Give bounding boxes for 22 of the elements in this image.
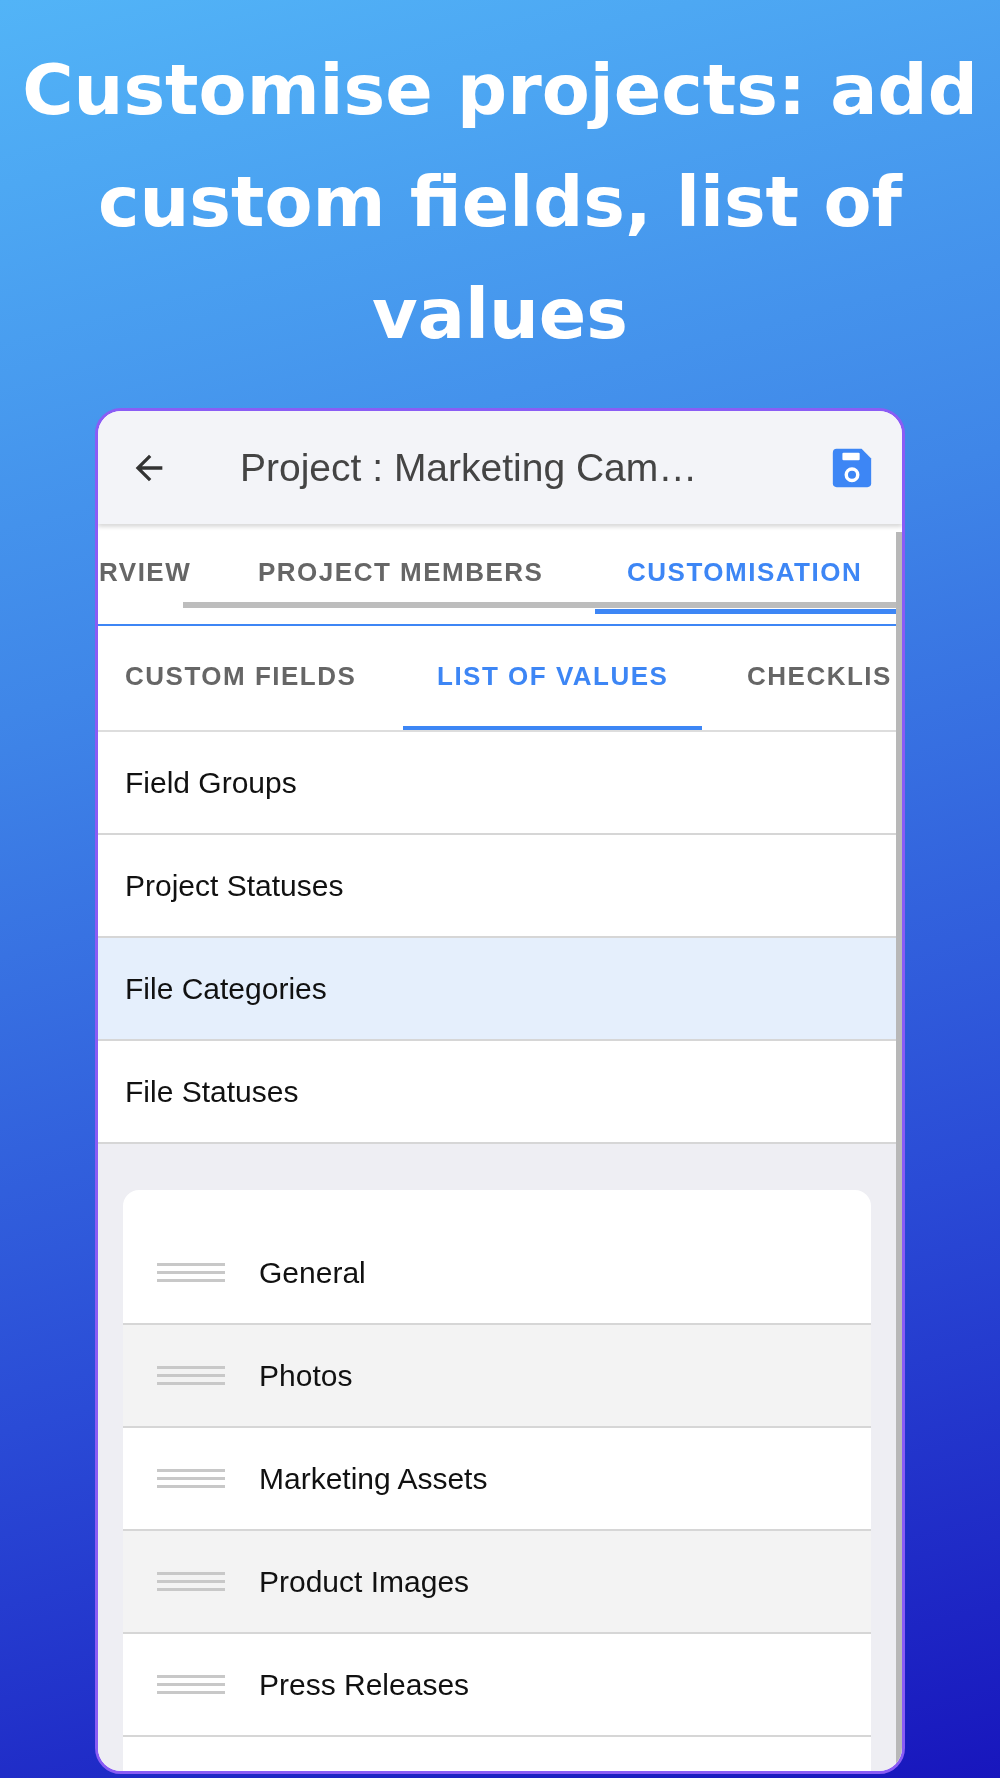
value-label: Marketing Assets <box>259 1461 488 1496</box>
value-row[interactable]: Press Releases <box>123 1634 871 1737</box>
drag-handle-icon[interactable] <box>157 1570 225 1593</box>
tab[interactable]: PROJECT MEMBERS <box>258 524 544 600</box>
screen-title: Project : Marketing Cam… <box>240 445 699 490</box>
drag-handle-icon[interactable] <box>157 1673 225 1696</box>
value-label: Press Releases <box>259 1667 470 1702</box>
headline: Customise projects: add custom fields, list of values <box>21 48 979 357</box>
sub-tab[interactable]: LIST OF VALUES <box>403 626 703 730</box>
drag-handle-icon[interactable] <box>157 1364 225 1387</box>
tab[interactable]: CUSTOMISATION <box>595 524 896 600</box>
value-row[interactable]: Product Images <box>123 1531 871 1634</box>
value-row[interactable]: Photos <box>123 1325 871 1428</box>
drag-handle-icon[interactable] <box>157 1467 225 1490</box>
sub-tab[interactable]: CUSTOM FIELDS <box>98 626 391 730</box>
drag-handle-icon[interactable] <box>157 1261 225 1284</box>
list-item[interactable]: File Categories <box>98 938 896 1041</box>
sub-tab[interactable]: CHECKLIS <box>713 626 902 730</box>
value-label: Photos <box>259 1358 353 1393</box>
value-label: Product Images <box>259 1564 470 1599</box>
tab[interactable]: RVIEW <box>99 524 192 600</box>
value-label: General <box>259 1255 366 1290</box>
